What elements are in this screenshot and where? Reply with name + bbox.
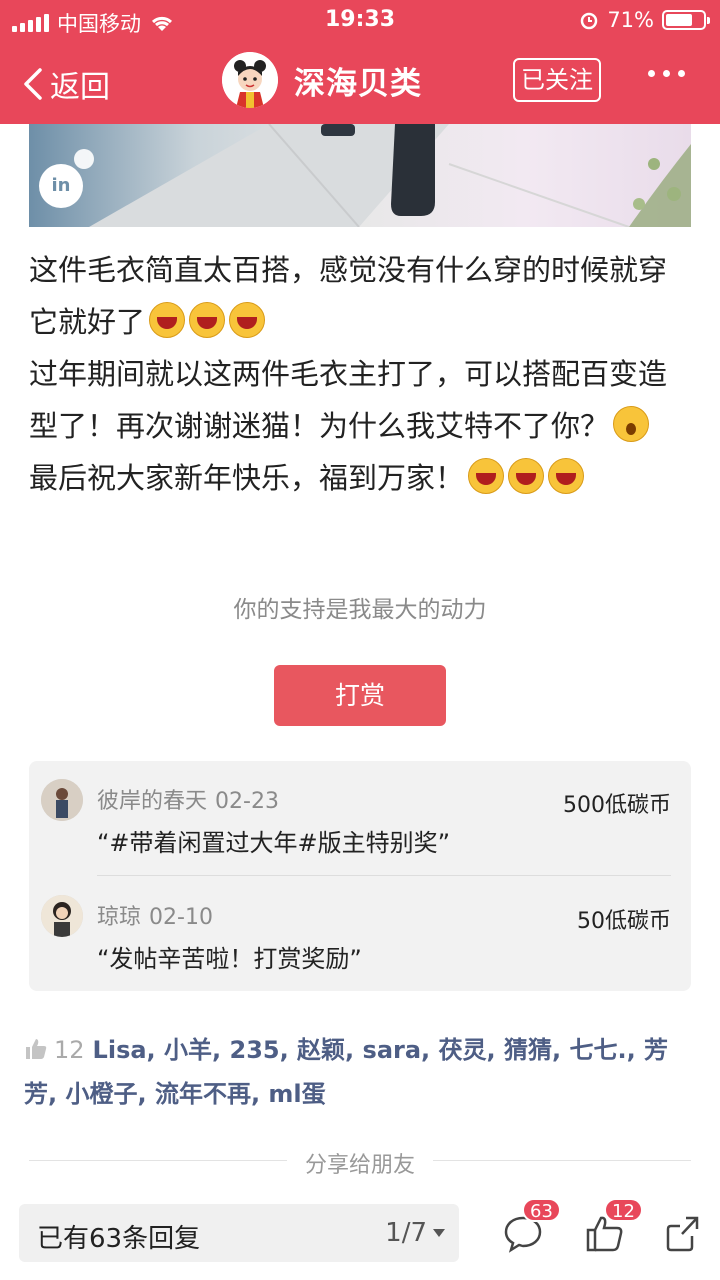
reward-amount: 500低碳币 (563, 793, 671, 818)
post-content: 这件毛衣简直太百搭，感觉没有什么穿的时候就穿它就好了 过年期间就以这两件毛衣主打… (29, 244, 694, 504)
reward-user: 琼琼 02-10 (97, 899, 213, 931)
more-options-icon[interactable] (648, 70, 685, 77)
app-screen: { "status_bar": { "carrier": "中国移动", "ti… (0, 0, 720, 1280)
status-right: 71% (579, 8, 710, 32)
paragraph: 这件毛衣简直太百搭，感觉没有什么穿的时候就穿它就好了 (29, 244, 694, 348)
post-image[interactable]: in (29, 124, 691, 227)
reply-count-label: 已有63条回复 (37, 1224, 201, 1254)
comment-badge: 63 (522, 1198, 561, 1222)
page-indicator: 1/7 (385, 1218, 427, 1248)
laughing-emoji-icon (229, 302, 266, 338)
like-badge: 12 (604, 1198, 643, 1222)
likes-count: 12 (54, 1036, 85, 1064)
comment-button[interactable]: 63 (502, 1198, 561, 1254)
page-selector[interactable]: 1/7 (385, 1218, 445, 1248)
divider (97, 875, 671, 876)
back-button[interactable]: 返回 (22, 62, 110, 106)
nav-bar: 返回 深海贝类 已关注 (0, 40, 720, 124)
photo-scene (74, 124, 691, 227)
shocked-emoji-icon (613, 406, 650, 442)
likes-names[interactable]: Lisa, 小羊, 235, 赵颖, sara, 茯灵, 猜猜, 七七., 芳芳… (24, 1036, 668, 1108)
status-bar: 中国移动 19:33 71% (0, 0, 720, 40)
page-title: 深海贝类 (294, 65, 422, 102)
likes-list: 12 Lisa, 小羊, 235, 赵颖, sara, 茯灵, 猜猜, 七七., … (24, 1028, 694, 1116)
reward-username[interactable]: 琼琼 (97, 905, 141, 930)
reward-message: “#带着闲置过大年#版主特别奖” (97, 829, 451, 857)
paragraph-text: 过年期间就以这两件毛衣主打了，可以搭配百变造型了！再次谢谢迷猫！为什么我艾特不了… (29, 357, 668, 443)
author-avatar[interactable] (222, 52, 278, 108)
bottom-bar: 已有63条回复 1/7 63 12 (0, 1192, 720, 1280)
laughing-emoji-icon (548, 458, 585, 494)
laughing-emoji-icon (189, 302, 226, 338)
paragraph-text: 这件毛衣简直太百搭，感觉没有什么穿的时候就穿它就好了 (29, 253, 668, 339)
share-label[interactable]: 分享给朋友 (286, 1153, 433, 1178)
paragraph-text: 最后祝大家新年快乐，福到万家！ (29, 461, 465, 495)
paragraph: 最后祝大家新年快乐，福到万家！ (29, 452, 694, 504)
reward-date: 02-23 (215, 789, 279, 814)
share-button[interactable] (664, 1212, 706, 1254)
like-button[interactable]: 12 (584, 1198, 643, 1254)
reward-date: 02-10 (149, 905, 213, 930)
support-text: 你的支持是我最大的动力 (233, 597, 487, 623)
share-section[interactable]: 分享给朋友 (0, 1147, 720, 1179)
reward-item[interactable]: 琼琼 02-10 50低碳币 “发帖辛苦啦！打赏奖励” (29, 877, 691, 991)
user-avatar[interactable] (41, 895, 83, 937)
laughing-emoji-icon (149, 302, 186, 338)
author-header[interactable]: 深海贝类 (222, 52, 422, 108)
follow-button[interactable]: 已关注 (513, 58, 601, 102)
watermark-logo: in (39, 164, 83, 208)
cartoon-girl-avatar-icon (222, 52, 278, 108)
thumbs-up-icon (26, 1039, 47, 1059)
reward-list: 彼岸的春天 02-23 500低碳币 “#带着闲置过大年#版主特别奖” 琼琼 02-… (29, 761, 691, 991)
back-label: 返回 (50, 70, 110, 105)
user-avatar[interactable] (41, 779, 83, 821)
reply-selector[interactable]: 已有63条回复 1/7 (19, 1204, 459, 1262)
top-header: 中国移动 19:33 71% 返回 深海贝类 已关注 (0, 0, 720, 124)
share-icon (666, 1216, 699, 1252)
laughing-emoji-icon (468, 458, 505, 494)
reward-message: “发帖辛苦啦！打赏奖励” (97, 945, 362, 973)
battery-icon (662, 10, 710, 30)
reward-username[interactable]: 彼岸的春天 (97, 789, 207, 814)
reward-amount: 50低碳币 (577, 909, 671, 934)
paragraph: 过年期间就以这两件毛衣主打了，可以搭配百变造型了！再次谢谢迷猫！为什么我艾特不了… (29, 348, 694, 452)
caret-down-icon (433, 1229, 445, 1237)
reward-button[interactable]: 打赏 (274, 665, 446, 726)
chevron-left-icon (24, 68, 42, 100)
reward-item[interactable]: 彼岸的春天 02-23 500低碳币 “#带着闲置过大年#版主特别奖” (29, 761, 691, 876)
battery-percent: 71% (607, 8, 654, 32)
alarm-icon (581, 12, 598, 30)
reward-user: 彼岸的春天 02-23 (97, 783, 279, 815)
laughing-emoji-icon (508, 458, 545, 494)
